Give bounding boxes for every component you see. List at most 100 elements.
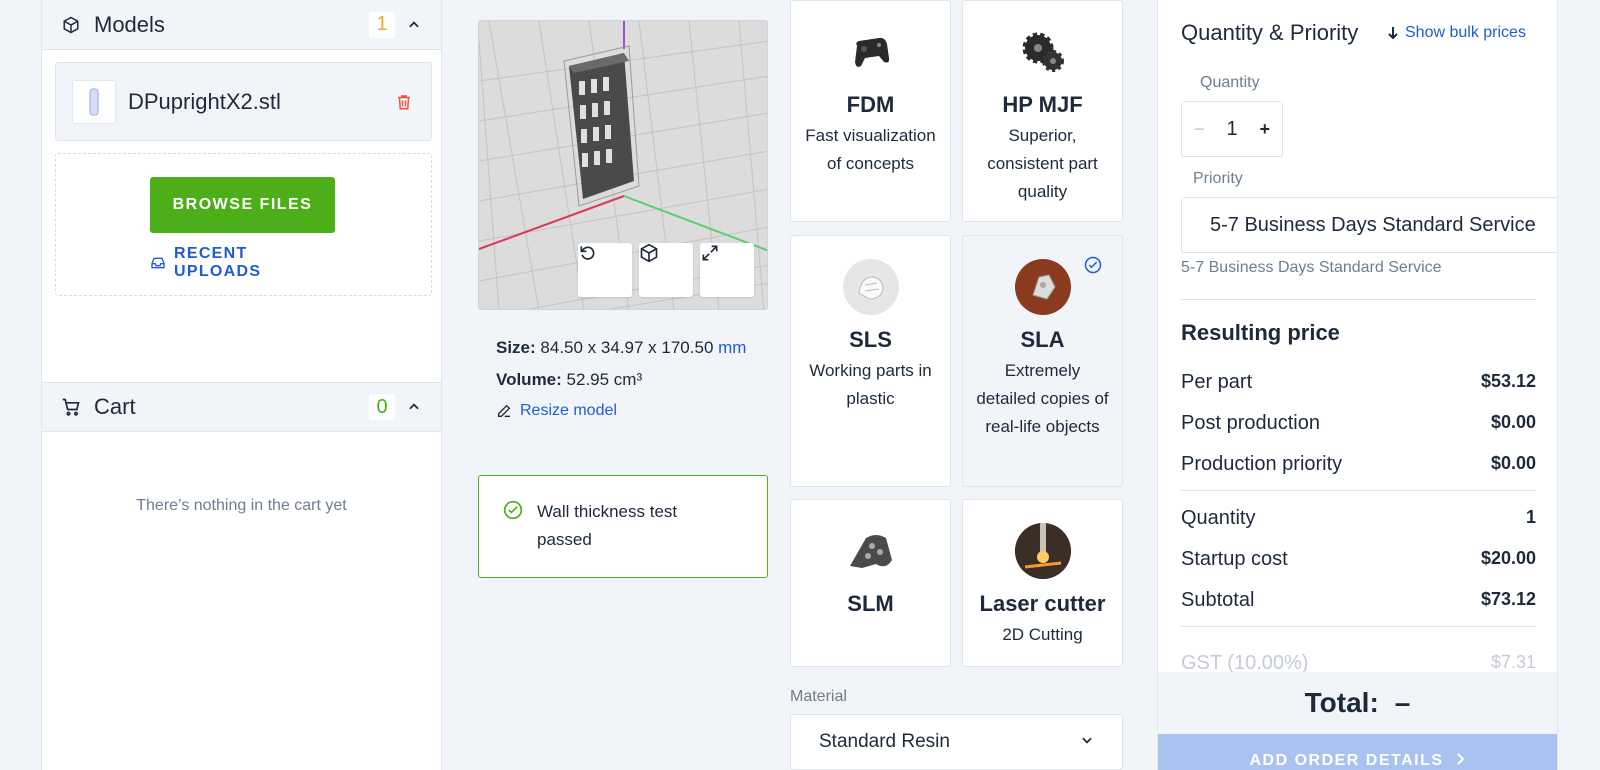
models-header[interactable]: Models 1 bbox=[42, 0, 441, 50]
cart-icon bbox=[60, 396, 82, 418]
volume-row: Volume: 52.95 cm³ bbox=[496, 370, 750, 390]
models-count-badge: 1 bbox=[369, 11, 395, 38]
cart-title: Cart bbox=[94, 394, 136, 419]
check-circle-icon bbox=[503, 500, 523, 577]
price-value: $53.12 bbox=[1480, 371, 1536, 391]
recent-uploads-label: RECENT UPLOADS bbox=[174, 245, 262, 280]
file-drop-zone[interactable]: BROWSE FILES RECENT UPLOADS bbox=[55, 153, 432, 296]
price-label: Quantity bbox=[1181, 507, 1256, 529]
material-select[interactable]: Standard Resin bbox=[790, 714, 1123, 770]
size-row: Size: 84.50 x 34.97 x 170.50 mm bbox=[496, 338, 750, 358]
tech-card-fdm[interactable]: FDM Fast visualization of concepts bbox=[790, 0, 951, 222]
tech-name: SLS bbox=[849, 327, 892, 352]
price-value: 1 bbox=[1525, 507, 1536, 527]
price-row-per-part: Per part $53.12 bbox=[1181, 371, 1536, 394]
quantity-stepper[interactable]: − 1 + bbox=[1181, 101, 1283, 157]
chevron-right-icon bbox=[1456, 752, 1466, 770]
add-order-details-button[interactable]: ADD ORDER DETAILS bbox=[1158, 734, 1557, 770]
quantity-label: Quantity bbox=[1200, 74, 1260, 91]
tech-card-slm[interactable]: SLM bbox=[790, 499, 951, 667]
quantity-value[interactable]: 1 bbox=[1226, 118, 1237, 141]
view-cube-button[interactable] bbox=[639, 243, 693, 297]
cart-header[interactable]: Cart 0 bbox=[42, 382, 441, 432]
price-value: $20.00 bbox=[1480, 548, 1536, 568]
right-panel: Quantity & Priority Show bulk prices Qua… bbox=[1157, 0, 1558, 770]
metal-part-icon bbox=[843, 523, 899, 579]
total-bar: Total: – bbox=[1158, 672, 1557, 734]
unit-selector[interactable]: mm bbox=[718, 338, 746, 357]
model-info-box: Size: 84.50 x 34.97 x 170.50 mm Volume: … bbox=[478, 320, 768, 452]
sls-part-icon bbox=[842, 259, 899, 315]
wall-thickness-text: Wall thickness test passed bbox=[537, 502, 678, 549]
divider bbox=[1181, 299, 1536, 300]
tech-card-sla[interactable]: SLA Extremely detailed copies of real-li… bbox=[962, 235, 1123, 487]
model-file-name: DPuprightX2.stl bbox=[128, 88, 281, 114]
model-3d-viewer[interactable] bbox=[478, 20, 768, 310]
model-item[interactable]: DPuprightX2.stl bbox=[55, 62, 432, 141]
resize-model-label: Resize model bbox=[520, 402, 617, 419]
priority-description: 5-7 Business Days Standard Service bbox=[1181, 259, 1442, 276]
price-row-production-priority: Production priority $0.00 bbox=[1181, 453, 1536, 476]
inbox-icon bbox=[150, 255, 166, 271]
tech-card-sls[interactable]: SLS Working parts in plastic bbox=[790, 235, 951, 487]
tech-name: Laser cutter bbox=[979, 591, 1106, 616]
tech-description: Working parts in plastic bbox=[809, 361, 932, 408]
resulting-price-title: Resulting price bbox=[1181, 320, 1340, 345]
total-value: – bbox=[1394, 687, 1411, 718]
cart-count-badge: 0 bbox=[369, 394, 395, 420]
price-label: Post production bbox=[1181, 412, 1320, 434]
tech-description: Extremely detailed copies of real-life o… bbox=[976, 361, 1109, 436]
gamepad-icon bbox=[843, 24, 899, 80]
cart-empty-message: There’s nothing in the cart yet bbox=[136, 497, 347, 514]
chevron-up-icon[interactable] bbox=[405, 16, 423, 34]
price-row-subtotal: Subtotal $73.12 bbox=[1181, 589, 1536, 612]
bulk-prices-label: Show bulk prices bbox=[1405, 24, 1526, 41]
price-row-startup-cost: Startup cost $20.00 bbox=[1181, 548, 1536, 571]
arrow-down-icon bbox=[1387, 26, 1399, 40]
show-bulk-prices-link[interactable]: Show bulk prices bbox=[1387, 24, 1526, 42]
tech-card-hp-mjf[interactable]: HP MJF Superior, consistent part quality bbox=[962, 0, 1123, 222]
reset-view-button[interactable] bbox=[578, 243, 632, 297]
left-panel: Models 1 DPuprightX2.stl BROWSE FILES RE… bbox=[41, 0, 442, 770]
tech-name: SLM bbox=[847, 591, 894, 616]
model-thumbnail bbox=[72, 79, 116, 124]
price-value: $0.00 bbox=[1490, 412, 1536, 432]
sla-part-icon bbox=[1014, 259, 1071, 315]
price-label: Production priority bbox=[1181, 453, 1343, 475]
chevron-down-icon bbox=[1080, 731, 1094, 753]
gears-icon bbox=[1015, 24, 1071, 80]
tech-description: Fast visualization of concepts bbox=[805, 126, 936, 173]
browse-files-button[interactable]: BROWSE FILES bbox=[150, 177, 335, 233]
cube-icon bbox=[60, 14, 82, 36]
resize-model-link[interactable]: Resize model bbox=[496, 402, 750, 420]
tech-card-laser-cutter[interactable]: Laser cutter 2D Cutting bbox=[962, 499, 1123, 667]
volume-value: 52.95 cm³ bbox=[566, 370, 643, 389]
volume-label: Volume: bbox=[496, 370, 562, 389]
chevron-up-icon[interactable] bbox=[405, 398, 423, 416]
material-label: Material bbox=[790, 688, 847, 705]
trash-icon[interactable] bbox=[393, 91, 415, 113]
priority-select[interactable]: 5-7 Business Days Standard Service bbox=[1181, 197, 1557, 253]
models-title: Models bbox=[94, 11, 165, 37]
fullscreen-button[interactable] bbox=[700, 243, 754, 297]
tech-name: SLA bbox=[1020, 327, 1065, 352]
check-circle-icon bbox=[1084, 256, 1102, 279]
price-label: Subtotal bbox=[1181, 589, 1255, 611]
material-value: Standard Resin bbox=[819, 731, 950, 752]
decrement-button[interactable]: − bbox=[1194, 119, 1205, 140]
divider bbox=[1181, 626, 1536, 627]
total-label: Total: bbox=[1304, 687, 1379, 718]
recent-uploads-link[interactable]: RECENT UPLOADS bbox=[150, 245, 335, 280]
price-value: $0.00 bbox=[1490, 453, 1536, 473]
pencil-icon bbox=[496, 403, 512, 419]
increment-button[interactable]: + bbox=[1259, 119, 1270, 140]
price-label: Per part bbox=[1181, 371, 1253, 393]
quantity-priority-title: Quantity & Priority bbox=[1181, 20, 1359, 45]
size-label: Size: bbox=[496, 338, 536, 357]
size-value: 84.50 x 34.97 x 170.50 bbox=[540, 338, 714, 357]
add-order-details-label: ADD ORDER DETAILS bbox=[1249, 752, 1444, 769]
price-label: Startup cost bbox=[1181, 548, 1288, 570]
tech-name: FDM bbox=[846, 92, 895, 117]
tech-description: 2D Cutting bbox=[1002, 625, 1083, 644]
divider bbox=[1181, 490, 1536, 491]
